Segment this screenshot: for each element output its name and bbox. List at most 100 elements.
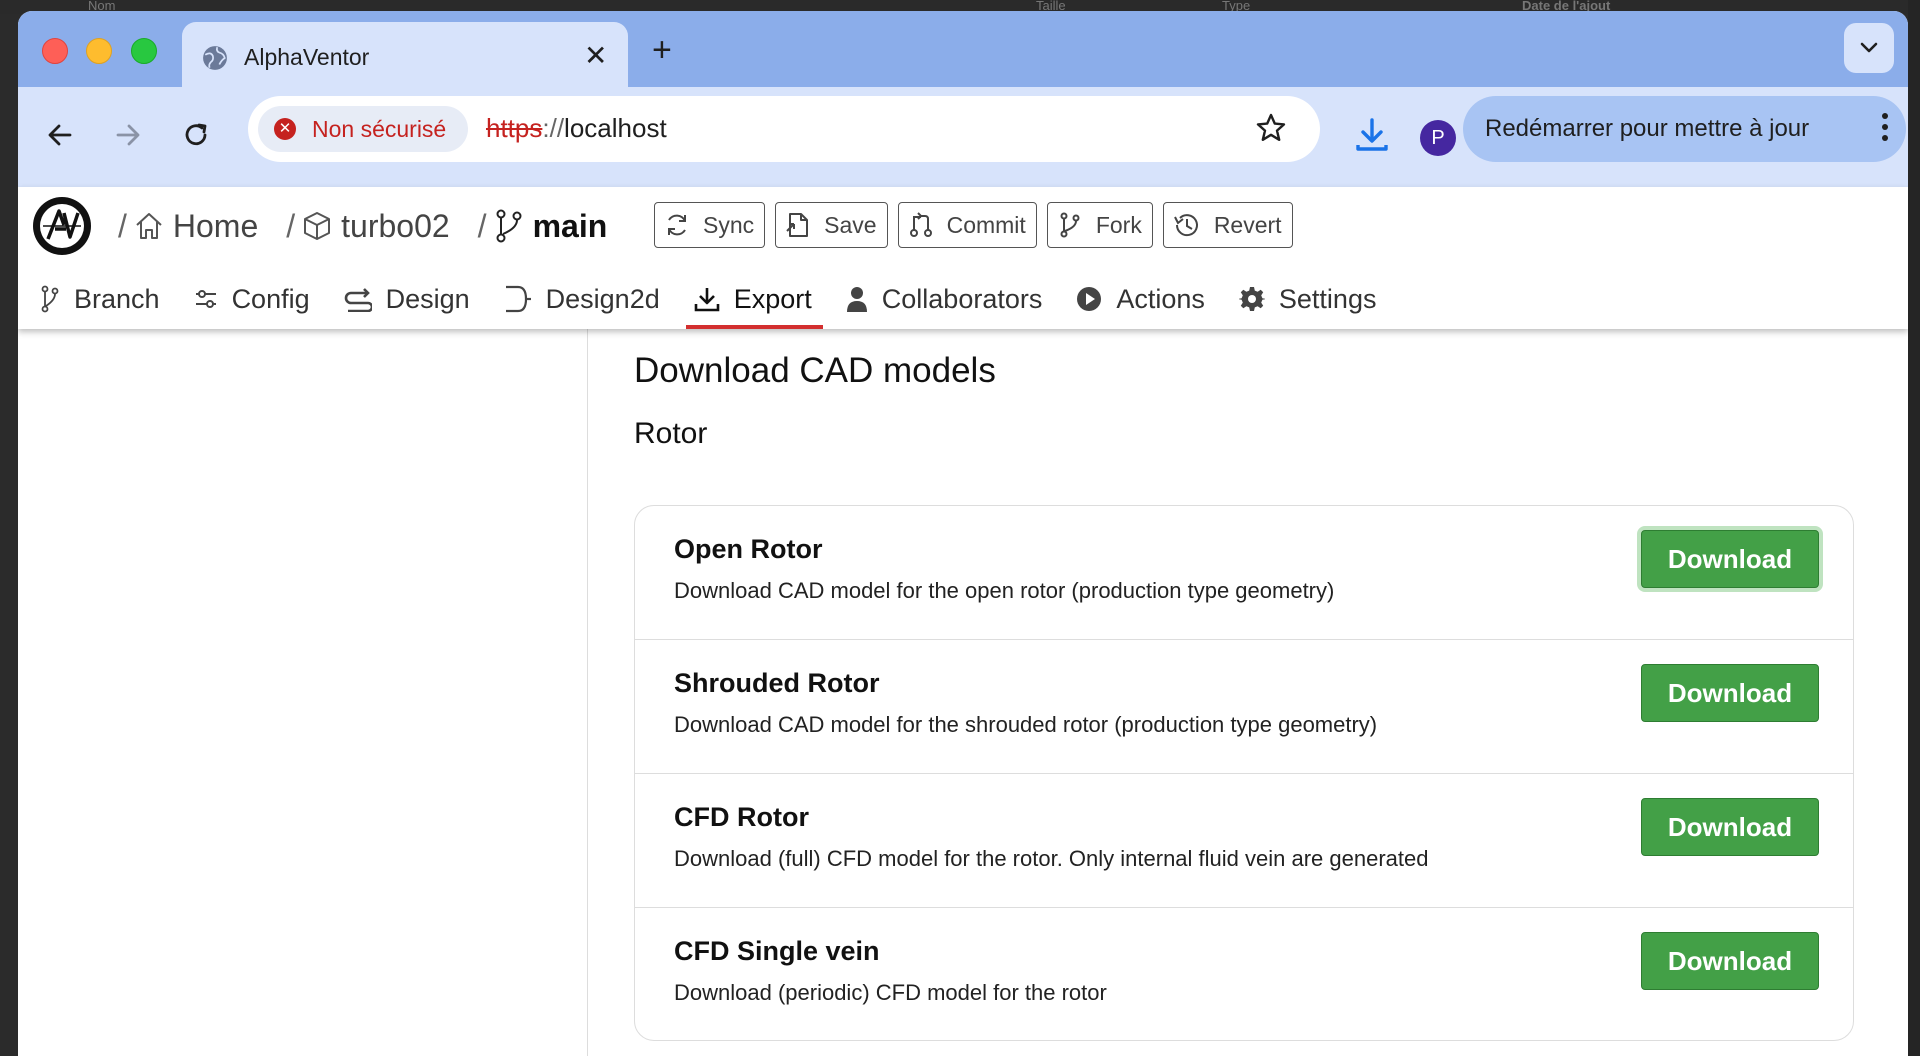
tab-export-label: Export: [733, 283, 812, 314]
download-icon: [694, 288, 720, 312]
tab-collaborators[interactable]: Collaborators: [846, 273, 1053, 329]
tab-export[interactable]: Export: [685, 273, 823, 329]
sync-icon: [668, 214, 686, 236]
tab-branch[interactable]: Branch: [40, 273, 170, 329]
more-icon[interactable]: [1882, 112, 1888, 142]
update-button[interactable]: Redémarrer pour mettre à jour: [1463, 96, 1906, 162]
fork-button[interactable]: Fork: [1046, 202, 1153, 248]
save-label: Save: [824, 211, 877, 238]
tab-config[interactable]: Config: [194, 273, 320, 329]
breadcrumb-separator: /: [118, 207, 127, 244]
sync-label: Sync: [703, 211, 755, 238]
tab-design2d[interactable]: Design2d: [504, 273, 670, 329]
revert-button[interactable]: Revert: [1162, 202, 1293, 248]
background-window-edge: [1908, 0, 1920, 1056]
download-button[interactable]: Download: [1641, 530, 1819, 588]
gear-icon: [1238, 287, 1265, 311]
tab-settings-label: Settings: [1278, 283, 1377, 314]
breadcrumb-separator: /: [477, 207, 487, 244]
curve-icon: [505, 285, 531, 313]
branch-actions: Sync Save Commit Fork Revert: [654, 202, 1303, 248]
model-description: Download CAD model for the shrouded roto…: [674, 712, 1378, 737]
back-icon[interactable]: [42, 117, 78, 153]
breadcrumb-branch-label: main: [532, 207, 608, 244]
branch-icon: [496, 209, 522, 243]
update-label: Redémarrer pour mettre à jour: [1485, 115, 1810, 142]
tab-config-label: Config: [231, 283, 310, 314]
home-icon: [136, 213, 162, 239]
section-title: Rotor: [634, 417, 708, 450]
model-title: CFD Rotor: [674, 802, 809, 832]
new-tab-button[interactable]: +: [652, 33, 672, 67]
chevron-down-icon: [1860, 42, 1878, 53]
tab-branch-label: Branch: [74, 283, 160, 314]
alphaventor-logo[interactable]: [33, 197, 91, 255]
breadcrumb-home[interactable]: / Home: [118, 208, 258, 245]
model-description: Download (periodic) CFD model for the ro…: [674, 980, 1107, 1005]
fork-icon: [1060, 212, 1080, 238]
sliders-icon: [195, 290, 216, 308]
profile-avatar[interactable]: P: [1420, 120, 1456, 156]
tab-actions[interactable]: Actions: [1076, 273, 1215, 329]
breadcrumb-branch[interactable]: / main: [478, 208, 608, 245]
browser-window: AlphaVentor ✕ + ✕ Non sécurisé https://l…: [18, 11, 1908, 1056]
download-icon[interactable]: [1352, 116, 1392, 156]
url-text[interactable]: https://localhost: [486, 113, 667, 144]
main-content: Download CAD models Rotor Open Rotor Dow…: [589, 329, 1908, 1056]
list-item: Open Rotor Download CAD model for the op…: [635, 506, 1853, 640]
warning-icon: ✕: [274, 118, 296, 140]
browser-toolbar: ✕ Non sécurisé https://localhost P Redém…: [18, 87, 1908, 187]
security-label: Non sécurisé: [312, 116, 447, 142]
app-header: / Home / turbo02 / main Sync Save Commit…: [18, 187, 1908, 329]
branch-icon: [41, 285, 59, 313]
address-bar[interactable]: ✕ Non sécurisé https://localhost: [248, 96, 1320, 162]
breadcrumb-project[interactable]: / turbo02: [286, 208, 449, 245]
list-item: CFD Rotor Download (full) CFD model for …: [635, 774, 1853, 908]
tab-design2d-label: Design2d: [545, 283, 660, 314]
model-title: Shrouded Rotor: [674, 668, 880, 698]
list-item: Shrouded Rotor Download CAD model for th…: [635, 640, 1853, 774]
reload-icon[interactable]: [178, 117, 214, 153]
breadcrumb-project-label: turbo02: [341, 207, 450, 244]
breadcrumb: / Home / turbo02 / main: [118, 203, 607, 249]
tab-actions-label: Actions: [1116, 283, 1205, 314]
security-chip[interactable]: ✕ Non sécurisé: [258, 106, 469, 152]
url-host: localhost: [564, 113, 667, 143]
save-file-icon: [786, 213, 809, 237]
download-button[interactable]: Download: [1641, 664, 1819, 722]
download-button[interactable]: Download: [1641, 798, 1819, 856]
model-description: Download CAD model for the open rotor (p…: [674, 578, 1335, 603]
sync-button[interactable]: Sync: [654, 202, 766, 248]
play-circle-icon: [1077, 287, 1102, 311]
tab-strip: AlphaVentor ✕ +: [18, 11, 1908, 98]
model-title: CFD Single vein: [674, 936, 880, 966]
commit-icon: [909, 212, 932, 237]
save-button[interactable]: Save: [775, 202, 888, 248]
download-list: Open Rotor Download CAD model for the op…: [634, 505, 1854, 1041]
breadcrumb-separator: /: [286, 207, 296, 244]
download-button[interactable]: Download: [1641, 932, 1819, 990]
app: / Home / turbo02 / main Sync Save Commit…: [18, 187, 1908, 1056]
star-icon[interactable]: [1254, 111, 1288, 145]
tab-close-icon[interactable]: ✕: [584, 40, 607, 72]
cube-icon: [304, 212, 331, 240]
tab-design-label: Design: [385, 283, 470, 314]
model-title: Open Rotor: [674, 534, 823, 564]
minimize-window-button[interactable]: [86, 38, 112, 64]
url-scheme: https: [486, 113, 543, 143]
user-icon: [846, 287, 867, 312]
loop-arrows-icon: [344, 288, 372, 312]
revert-label: Revert: [1213, 211, 1282, 238]
breadcrumb-home-label: Home: [172, 207, 259, 244]
forward-icon[interactable]: [110, 117, 146, 153]
tab-design[interactable]: Design: [344, 273, 480, 329]
fork-label: Fork: [1095, 211, 1142, 238]
model-description: Download (full) CFD model for the rotor.…: [674, 846, 1429, 871]
commit-label: Commit: [946, 211, 1026, 238]
close-window-button[interactable]: [42, 38, 68, 64]
tab-title: AlphaVentor: [244, 44, 370, 70]
commit-button[interactable]: Commit: [897, 202, 1037, 248]
maximize-window-button[interactable]: [131, 38, 157, 64]
tab-search-button[interactable]: [1844, 23, 1894, 73]
tab-settings[interactable]: Settings: [1238, 273, 1387, 329]
